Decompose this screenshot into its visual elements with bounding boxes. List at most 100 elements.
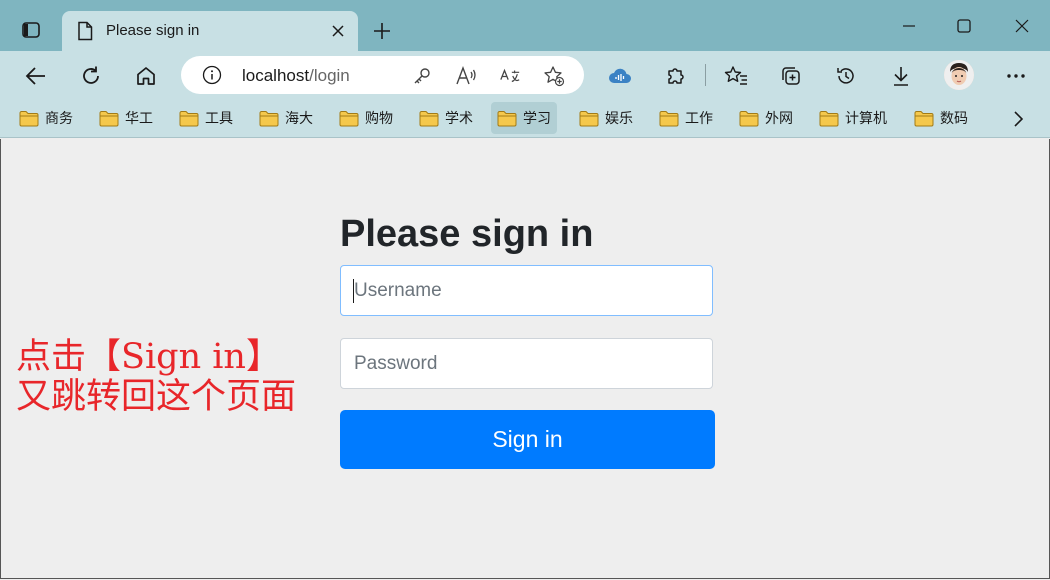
home-button[interactable] <box>131 61 161 91</box>
favorites-bar: 商务 华工 工具 海大 购物 学术 学习 娱乐 工作 外网 计算机 数码 <box>0 99 1050 138</box>
favorites-button[interactable] <box>721 61 751 91</box>
folder-icon <box>99 110 119 126</box>
star-add-icon <box>544 66 565 87</box>
text-cursor <box>353 279 354 303</box>
url-text[interactable]: localhost/login <box>242 66 350 86</box>
close-icon <box>1015 19 1029 33</box>
folder-icon <box>739 110 759 126</box>
refresh-button[interactable] <box>76 61 106 91</box>
password-key-button[interactable] <box>411 65 433 87</box>
minimize-icon <box>903 25 915 27</box>
cloud-extension-icon <box>609 68 631 83</box>
bookmark-label: 华工 <box>125 111 153 127</box>
browser-tab[interactable]: Please sign in <box>62 11 358 51</box>
folder-icon <box>659 110 679 126</box>
collections-button[interactable] <box>776 61 806 91</box>
bookmark-label: 学术 <box>445 111 473 127</box>
key-icon <box>414 68 430 84</box>
browser-toolbar: localhost/login <box>0 51 1050 99</box>
back-arrow-icon <box>25 67 45 85</box>
bookmark-folder[interactable]: 海大 <box>253 102 319 134</box>
address-bar[interactable]: localhost/login <box>181 56 584 94</box>
bookmark-folder[interactable]: 学术 <box>413 102 479 134</box>
more-bookmarks-button[interactable] <box>1006 107 1030 131</box>
bookmark-label: 娱乐 <box>605 111 633 127</box>
folder-icon <box>19 110 39 126</box>
more-horizontal-icon <box>1007 74 1025 78</box>
close-icon <box>332 25 344 37</box>
folder-icon <box>419 110 439 126</box>
folder-icon <box>579 110 599 126</box>
favorites-icon <box>724 66 747 85</box>
extensions-button[interactable] <box>660 61 690 91</box>
username-input[interactable] <box>340 265 713 316</box>
info-icon <box>202 65 222 85</box>
bookmark-folder[interactable]: 工作 <box>653 102 719 134</box>
profile-avatar[interactable] <box>944 60 974 90</box>
folder-icon <box>339 110 359 126</box>
password-input[interactable] <box>340 338 713 389</box>
bookmark-folder[interactable]: 计算机 <box>813 102 893 134</box>
settings-menu-button[interactable] <box>1001 61 1031 91</box>
history-icon <box>837 68 854 84</box>
bookmark-folder[interactable]: 外网 <box>733 102 799 134</box>
download-icon <box>894 67 908 86</box>
tab-actions-button[interactable] <box>17 16 45 44</box>
tab-title: Please sign in <box>106 22 200 39</box>
translate-button[interactable] <box>499 65 521 87</box>
bookmark-folder[interactable]: 数码 <box>908 102 974 134</box>
new-tab-button[interactable] <box>368 17 396 45</box>
folder-icon <box>179 110 199 126</box>
page-title: Please sign in <box>340 213 594 255</box>
bookmark-label: 海大 <box>285 111 313 127</box>
plus-icon <box>374 23 390 39</box>
refresh-icon <box>83 66 99 84</box>
extension-cloud-button[interactable] <box>605 61 635 91</box>
puzzle-icon <box>668 68 684 84</box>
bookmark-folder[interactable]: 娱乐 <box>573 102 639 134</box>
chevron-right-icon <box>1014 111 1023 127</box>
folder-icon <box>259 110 279 126</box>
downloads-button[interactable] <box>886 61 916 91</box>
folder-icon <box>497 110 517 126</box>
bookmark-label: 工具 <box>205 111 233 127</box>
folder-icon <box>819 110 839 126</box>
translate-icon <box>500 68 520 83</box>
folder-icon <box>914 110 934 126</box>
bookmark-folder[interactable]: 华工 <box>93 102 159 134</box>
page-content: Please sign in Sign in 点击【Sign in】 又跳转回这… <box>0 139 1050 579</box>
sign-in-button[interactable]: Sign in <box>340 410 715 469</box>
window-close-button[interactable] <box>999 8 1045 44</box>
bookmark-label: 计算机 <box>845 111 887 127</box>
bookmark-label: 工作 <box>685 111 713 127</box>
bookmark-folder[interactable]: 学习 <box>491 102 557 134</box>
bookmark-folder[interactable]: 购物 <box>333 102 399 134</box>
add-favorite-button[interactable] <box>543 65 565 87</box>
read-aloud-icon <box>456 66 476 85</box>
toolbar-separator <box>705 64 706 86</box>
bookmark-label: 商务 <box>45 111 73 127</box>
back-button[interactable] <box>21 61 51 91</box>
tab-actions-icon <box>22 22 40 38</box>
home-icon <box>137 67 155 85</box>
tab-close-button[interactable] <box>324 17 352 45</box>
history-button[interactable] <box>831 61 861 91</box>
url-host: localhost <box>242 66 310 85</box>
minimize-button[interactable] <box>886 8 932 44</box>
bookmark-folder[interactable]: 工具 <box>173 102 239 134</box>
page-icon <box>78 21 93 41</box>
maximize-button[interactable] <box>941 8 987 44</box>
bookmark-folder[interactable]: 商务 <box>13 102 79 134</box>
avatar-icon <box>944 60 974 90</box>
bookmark-label: 数码 <box>940 111 968 127</box>
collections-icon <box>782 67 800 85</box>
url-path: /login <box>309 66 350 85</box>
bookmark-label: 购物 <box>365 111 393 127</box>
maximize-icon <box>957 19 971 33</box>
read-aloud-button[interactable] <box>455 65 477 87</box>
bookmark-label: 学习 <box>523 111 551 127</box>
title-bar: Please sign in <box>0 0 1050 51</box>
bookmark-label: 外网 <box>765 111 793 127</box>
annotation-line-2: 又跳转回这个页面 <box>16 377 297 417</box>
annotation-line-1: 点击【Sign in】 <box>16 337 281 377</box>
